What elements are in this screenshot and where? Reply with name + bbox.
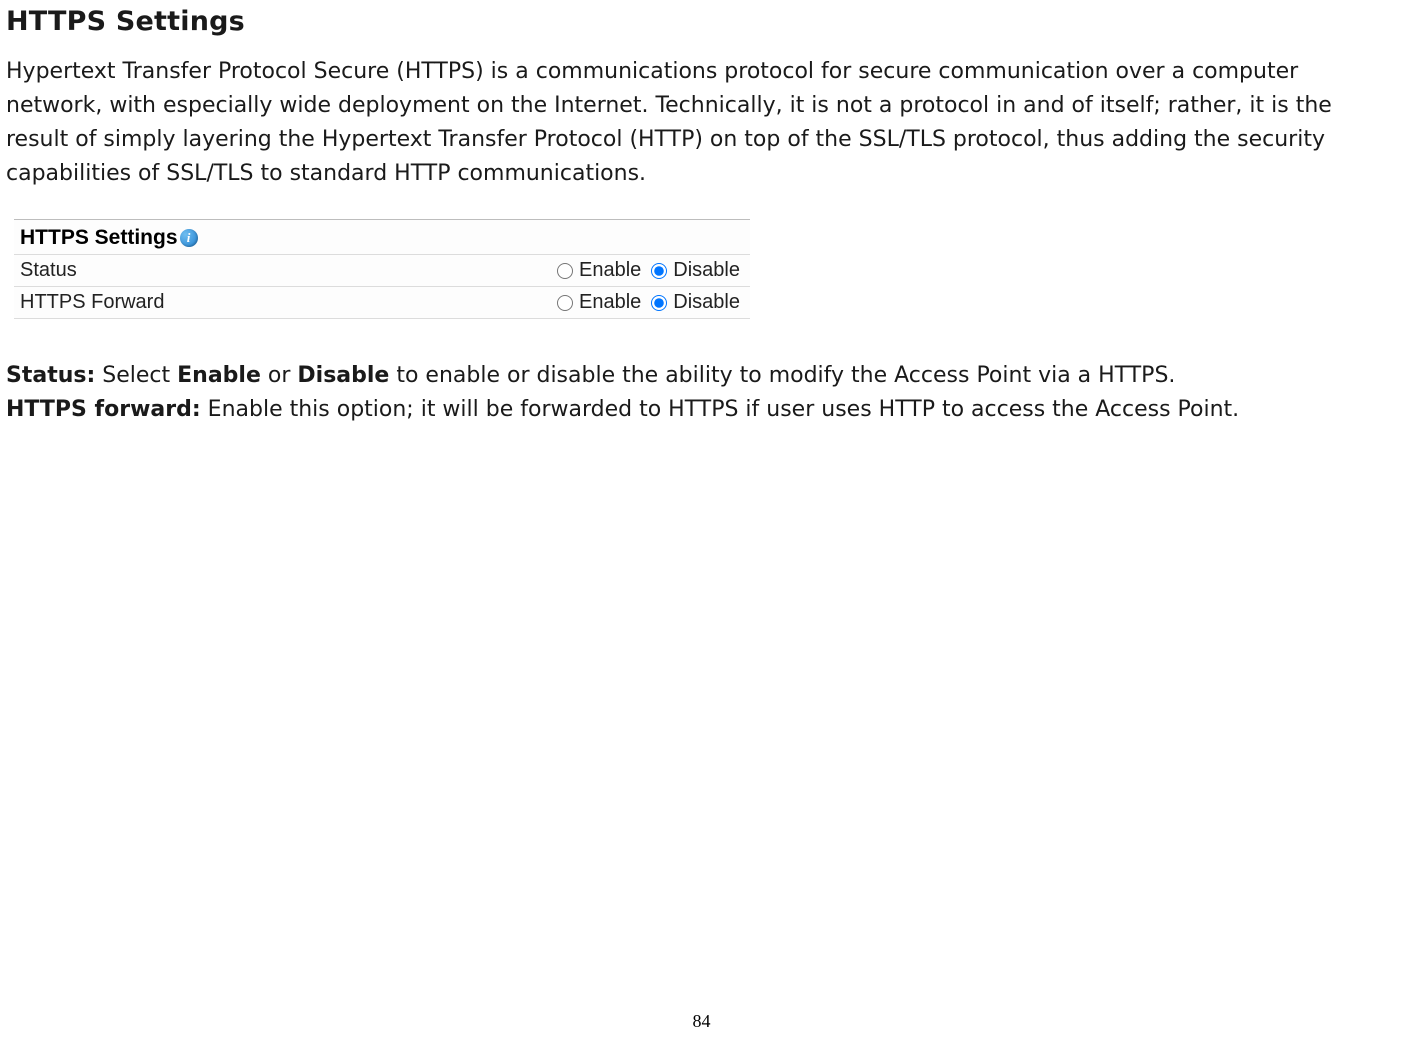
https-forward-enable-radio[interactable] bbox=[557, 295, 573, 311]
status-def-enable: Enable bbox=[177, 363, 261, 388]
panel-header: HTTPS Settings i bbox=[14, 220, 750, 254]
https-forward-label: HTTPS Forward bbox=[20, 291, 164, 314]
page-title: HTTPS Settings bbox=[6, 6, 1397, 37]
status-def-pre: Select bbox=[95, 363, 177, 388]
forward-def-label: HTTPS forward: bbox=[6, 397, 201, 422]
intro-paragraph: Hypertext Transfer Protocol Secure (HTTP… bbox=[6, 55, 1397, 191]
https-forward-enable-label: Enable bbox=[579, 291, 641, 314]
https-forward-disable-radio[interactable] bbox=[651, 295, 667, 311]
status-radio-group: Enable Disable bbox=[551, 259, 740, 282]
https-forward-row: HTTPS Forward Enable Disable bbox=[14, 286, 750, 318]
status-row: Status Enable Disable bbox=[14, 254, 750, 286]
https-settings-panel: HTTPS Settings i Status Enable Disable H… bbox=[14, 219, 750, 319]
document-page: HTTPS Settings Hypertext Transfer Protoc… bbox=[0, 0, 1403, 1050]
https-forward-disable-label: Disable bbox=[673, 291, 740, 314]
status-label: Status bbox=[20, 259, 77, 282]
status-disable-radio[interactable] bbox=[651, 263, 667, 279]
definitions-block: Status: Select Enable or Disable to enab… bbox=[6, 359, 1397, 427]
https-forward-radio-group: Enable Disable bbox=[551, 291, 740, 314]
panel-title: HTTPS Settings bbox=[20, 226, 178, 250]
https-forward-definition: HTTPS forward: Enable this option; it wi… bbox=[6, 393, 1397, 427]
status-def-label: Status: bbox=[6, 363, 95, 388]
status-disable-label: Disable bbox=[673, 259, 740, 282]
status-def-or: or bbox=[261, 363, 298, 388]
status-enable-label: Enable bbox=[579, 259, 641, 282]
status-enable-radio[interactable] bbox=[557, 263, 573, 279]
forward-def-text: Enable this option; it will be forwarded… bbox=[201, 397, 1240, 422]
status-definition: Status: Select Enable or Disable to enab… bbox=[6, 359, 1397, 393]
status-def-post: to enable or disable the ability to modi… bbox=[389, 363, 1175, 388]
status-def-disable: Disable bbox=[297, 363, 389, 388]
page-number: 84 bbox=[0, 1011, 1403, 1032]
info-icon[interactable]: i bbox=[180, 229, 198, 247]
